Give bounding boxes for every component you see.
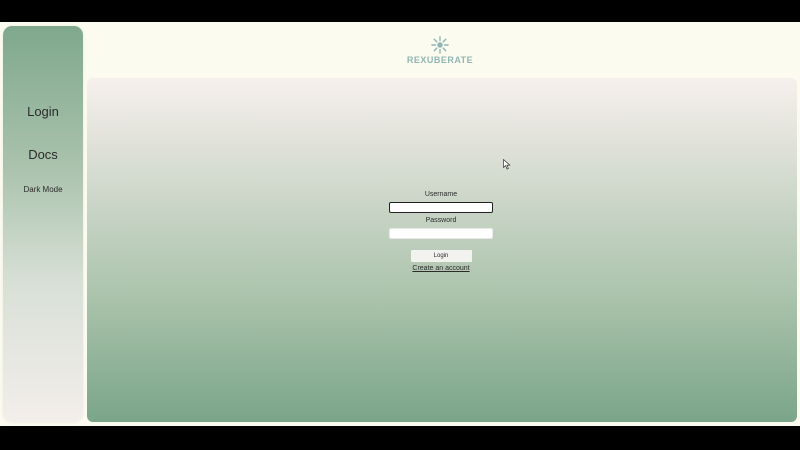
password-label: Password (425, 217, 457, 224)
app-logo[interactable]: REXUBERATE (400, 36, 480, 66)
logo-text: REXUBERATE (406, 55, 474, 65)
sidebar: Login Docs Dark Mode (3, 26, 83, 422)
login-button[interactable]: Login (410, 250, 472, 262)
username-input[interactable] (389, 202, 493, 213)
sunburst-logo-icon (431, 36, 449, 54)
sidebar-item-docs[interactable]: Docs (3, 147, 83, 162)
login-form: Username Password Login Create an accoun… (389, 191, 493, 272)
create-account-link[interactable]: Create an account (389, 265, 493, 272)
main-panel: Username Password Login Create an accoun… (87, 78, 797, 422)
sidebar-item-login[interactable]: Login (3, 104, 83, 119)
mouse-cursor-icon (503, 159, 511, 170)
sidebar-item-dark-mode[interactable]: Dark Mode (3, 185, 83, 194)
browser-viewport: Login Docs Dark Mode REXUBERATE Username… (0, 22, 800, 426)
password-input[interactable] (389, 228, 493, 239)
username-label: Username (424, 191, 458, 198)
